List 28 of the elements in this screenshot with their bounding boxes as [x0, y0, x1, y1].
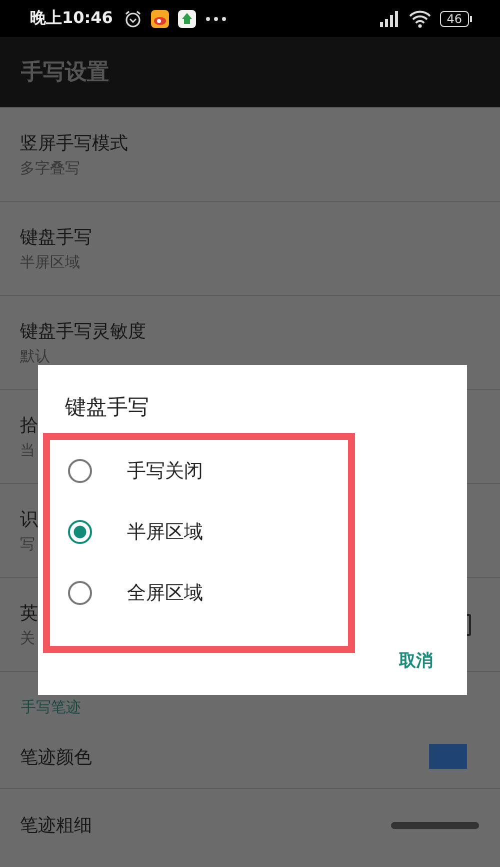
setting-title: 识	[20, 508, 38, 531]
radio-button[interactable]	[68, 520, 92, 544]
setting-title: 键盘手写	[20, 226, 92, 249]
radio-button[interactable]	[68, 458, 92, 482]
option-label[interactable]: 手写关闭	[127, 458, 203, 484]
setting-title: 竖屏手写模式	[20, 132, 128, 155]
more-icon	[204, 16, 227, 22]
option-label[interactable]: 全屏区域	[127, 580, 203, 606]
cellular-signal-icon	[378, 10, 400, 28]
app-notification-icon	[150, 10, 169, 28]
dialog-title: 键盘手写	[64, 394, 150, 421]
settings-item[interactable]: 笔迹粗细	[0, 789, 500, 861]
setting-title: 拾	[20, 414, 38, 437]
settings-item[interactable]: 笔迹颜色	[0, 725, 500, 789]
setting-title: 键盘手写灵敏度	[20, 320, 146, 343]
option-label[interactable]: 半屏区域	[127, 518, 203, 544]
alarm-clock-icon	[124, 10, 142, 28]
setting-title: 笔迹粗细	[20, 814, 92, 837]
setting-title: 英	[20, 602, 38, 625]
setting-title: 笔迹颜色	[20, 746, 92, 768]
cancel-button[interactable]: 取消	[395, 645, 437, 676]
section-header: 手写笔迹	[21, 698, 81, 717]
battery-level: 46	[440, 10, 469, 26]
wifi-icon	[408, 10, 431, 28]
app-notification-icon	[178, 10, 196, 28]
clock-time: 晚上10:46	[30, 8, 113, 29]
radio-button[interactable]	[68, 580, 92, 604]
screen-title: 手写设置	[21, 59, 109, 87]
